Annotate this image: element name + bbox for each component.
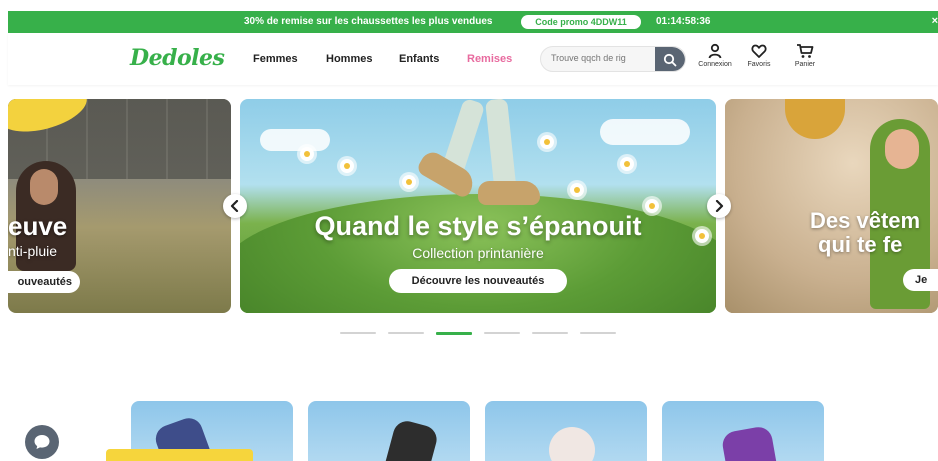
slide-title: Quand le style s’épanouit (314, 211, 642, 241)
slide-cta-button[interactable]: ouveautés (8, 271, 80, 293)
nav-item-remises[interactable]: Remises (467, 53, 512, 65)
flower-image (570, 183, 584, 197)
slide-cta-button[interactable]: Découvre les nouveautés (389, 269, 567, 293)
site-logo[interactable]: Dedoles (130, 45, 225, 71)
slide-title-line2: qui te fe (818, 232, 903, 257)
cart-icon (797, 44, 814, 58)
carousel-dot[interactable] (484, 332, 520, 334)
carousel-prev-button[interactable] (223, 194, 247, 218)
cloud-image (600, 119, 690, 145)
close-icon[interactable]: × (932, 15, 938, 27)
carousel-dot[interactable] (580, 332, 616, 334)
promo-timer: 01:14:58:36 (656, 16, 711, 27)
carousel-dot[interactable] (532, 332, 568, 334)
chat-icon (34, 435, 50, 449)
chevron-left-icon (230, 200, 239, 212)
search-icon (663, 53, 677, 67)
chevron-right-icon (715, 200, 724, 212)
account-button[interactable]: Connexion (693, 43, 737, 68)
carousel-slide-next[interactable]: Des vêtem qui te fe Je (725, 99, 938, 313)
slide-title: Des vêtem qui te fe (810, 209, 920, 257)
nav-item-femmes[interactable]: Femmes (253, 53, 298, 65)
slide-title-line1: Des vêtem (810, 208, 921, 233)
user-icon (708, 43, 722, 59)
product-image (384, 418, 440, 461)
carousel-next-button[interactable] (707, 194, 731, 218)
flower-image (540, 135, 554, 149)
slide-title: euve (8, 211, 68, 241)
flower-image (300, 147, 314, 161)
carousel-slide-prev[interactable]: euve nti-pluie ouveautés (8, 99, 231, 313)
cloud-image (260, 129, 330, 151)
model-face (885, 129, 919, 169)
promo-banner: 30% de remise sur les chaussettes les pl… (8, 11, 938, 33)
chat-button[interactable] (25, 425, 59, 459)
notification-bar[interactable] (106, 449, 253, 461)
product-image (549, 427, 595, 461)
carousel-dot[interactable] (388, 332, 424, 334)
nav-item-hommes[interactable]: Hommes (326, 53, 372, 65)
cart-label: Panier (794, 61, 816, 68)
search-box (540, 46, 686, 72)
carousel-dot[interactable] (340, 332, 376, 334)
flower-image (340, 159, 354, 173)
favorites-button[interactable]: Favoris (737, 43, 781, 68)
account-label: Connexion (698, 61, 732, 68)
cart-button[interactable]: Panier (783, 43, 827, 68)
promo-text: 30% de remise sur les chaussettes les pl… (244, 16, 493, 27)
nav-item-enfants[interactable]: Enfants (399, 53, 439, 65)
category-tile[interactable] (662, 401, 824, 461)
category-tile[interactable] (308, 401, 470, 461)
sneaker-image (478, 181, 540, 205)
carousel-dot-active[interactable] (436, 332, 472, 335)
category-tile[interactable] (485, 401, 647, 461)
heart-icon (751, 44, 767, 58)
flower-image (620, 157, 634, 171)
product-image (720, 424, 778, 461)
slide-subtitle: nti-pluie (8, 243, 58, 259)
carousel-slide-active[interactable]: Quand le style s’épanouit Collection pri… (240, 99, 716, 313)
slide-subtitle: Collection printanière (412, 245, 544, 261)
site-header: Dedoles Femmes Hommes Enfants Remises Co… (8, 33, 938, 85)
search-input[interactable] (551, 53, 651, 63)
search-button[interactable] (655, 47, 685, 71)
slide-cta-button[interactable]: Je (903, 269, 938, 291)
promo-code-badge[interactable]: Code promo 4DDW11 (521, 15, 641, 29)
favorites-label: Favoris (747, 61, 771, 68)
flower-image (402, 175, 416, 189)
model-face (30, 169, 58, 205)
